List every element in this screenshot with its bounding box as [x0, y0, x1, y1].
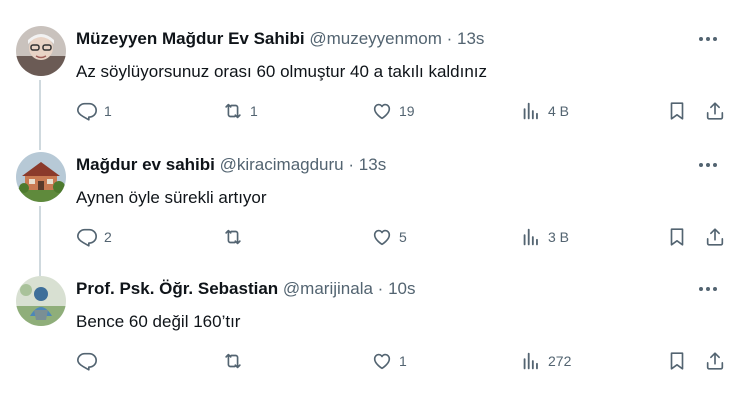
author-handle[interactable]: @kiracimagduru	[220, 155, 344, 174]
bookmark-button[interactable]	[666, 348, 688, 374]
share-button[interactable]	[704, 224, 726, 250]
more-icon[interactable]	[694, 280, 722, 298]
tweet-2[interactable]: Mağdur ev sahibi @kiracimagduru · 13s Ay…	[0, 126, 730, 276]
like-button[interactable]: 1	[371, 348, 407, 374]
reply-button[interactable]: 2	[76, 224, 112, 250]
bookmark-icon	[666, 100, 688, 122]
tweet-header: Prof. Psk. Öğr. Sebastian @marijinala · …	[76, 278, 416, 300]
timestamp[interactable]: 13s	[359, 155, 386, 174]
more-icon[interactable]	[694, 156, 722, 174]
share-icon	[704, 100, 726, 122]
tweet-header: Mağdur ev sahibi @kiracimagduru · 13s	[76, 154, 386, 176]
views-count: 4 B	[548, 103, 570, 119]
views-button[interactable]: 4 B	[520, 98, 569, 124]
like-button[interactable]: 19	[371, 98, 415, 124]
tweet-3[interactable]: Prof. Psk. Öğr. Sebastian @marijinala · …	[0, 250, 730, 374]
retweet-button[interactable]: 1	[222, 98, 258, 124]
action-bar: 1 272	[76, 348, 726, 374]
views-icon	[520, 100, 542, 122]
action-bar: 2 5 3 B	[76, 224, 726, 250]
timestamp[interactable]: 10s	[388, 279, 415, 298]
bookmark-button[interactable]	[666, 98, 688, 124]
author-name[interactable]: Müzeyyen Mağdur Ev Sahibi	[76, 29, 305, 48]
like-count: 1	[399, 353, 407, 369]
retweet-icon	[222, 226, 244, 248]
reply-icon	[76, 226, 98, 248]
like-count: 5	[399, 229, 407, 245]
avatar[interactable]	[16, 276, 66, 326]
share-icon	[704, 350, 726, 372]
like-icon	[371, 350, 393, 372]
views-count: 272	[548, 353, 572, 369]
more-icon[interactable]	[694, 30, 722, 48]
retweet-icon	[222, 350, 244, 372]
bookmark-icon	[666, 350, 688, 372]
views-icon	[520, 350, 542, 372]
avatar[interactable]	[16, 152, 66, 202]
retweet-count: 1	[250, 103, 258, 119]
author-handle[interactable]: @marijinala	[283, 279, 373, 298]
action-bar: 1 1 19 4 B	[76, 98, 726, 124]
tweet-header: Müzeyyen Mağdur Ev Sahibi @muzeyyenmom ·…	[76, 28, 484, 50]
separator-dot: ·	[348, 155, 355, 174]
like-button[interactable]: 5	[371, 224, 407, 250]
reply-icon	[76, 100, 98, 122]
share-button[interactable]	[704, 98, 726, 124]
retweet-button[interactable]	[222, 348, 250, 374]
like-icon	[371, 226, 393, 248]
reply-count: 1	[104, 103, 112, 119]
reply-count: 2	[104, 229, 112, 245]
tweet-text: Aynen öyle sürekli artıyor	[76, 188, 267, 207]
bookmark-button[interactable]	[666, 224, 688, 250]
share-button[interactable]	[704, 348, 726, 374]
views-icon	[520, 226, 542, 248]
views-button[interactable]: 3 B	[520, 224, 569, 250]
reply-button[interactable]	[76, 348, 104, 374]
reply-icon	[76, 350, 98, 372]
tweet-1[interactable]: Müzeyyen Mağdur Ev Sahibi @muzeyyenmom ·…	[0, 0, 730, 150]
tweet-text: Bence 60 değil 160’tır	[76, 312, 241, 331]
separator-dot: ·	[446, 29, 453, 48]
timestamp[interactable]: 13s	[457, 29, 484, 48]
share-icon	[704, 226, 726, 248]
avatar[interactable]	[16, 26, 66, 76]
like-icon	[371, 100, 393, 122]
author-handle[interactable]: @muzeyyenmom	[309, 29, 442, 48]
views-button[interactable]: 272	[520, 348, 571, 374]
views-count: 3 B	[548, 229, 570, 245]
retweet-icon	[222, 100, 244, 122]
tweet-text: Az söylüyorsunuz orası 60 olmuştur 40 a …	[76, 62, 488, 81]
like-count: 19	[399, 103, 415, 119]
retweet-button[interactable]	[222, 224, 250, 250]
bookmark-icon	[666, 226, 688, 248]
separator-dot: ·	[377, 279, 384, 298]
author-name[interactable]: Mağdur ev sahibi	[76, 155, 215, 174]
reply-button[interactable]: 1	[76, 98, 112, 124]
author-name[interactable]: Prof. Psk. Öğr. Sebastian	[76, 279, 278, 298]
